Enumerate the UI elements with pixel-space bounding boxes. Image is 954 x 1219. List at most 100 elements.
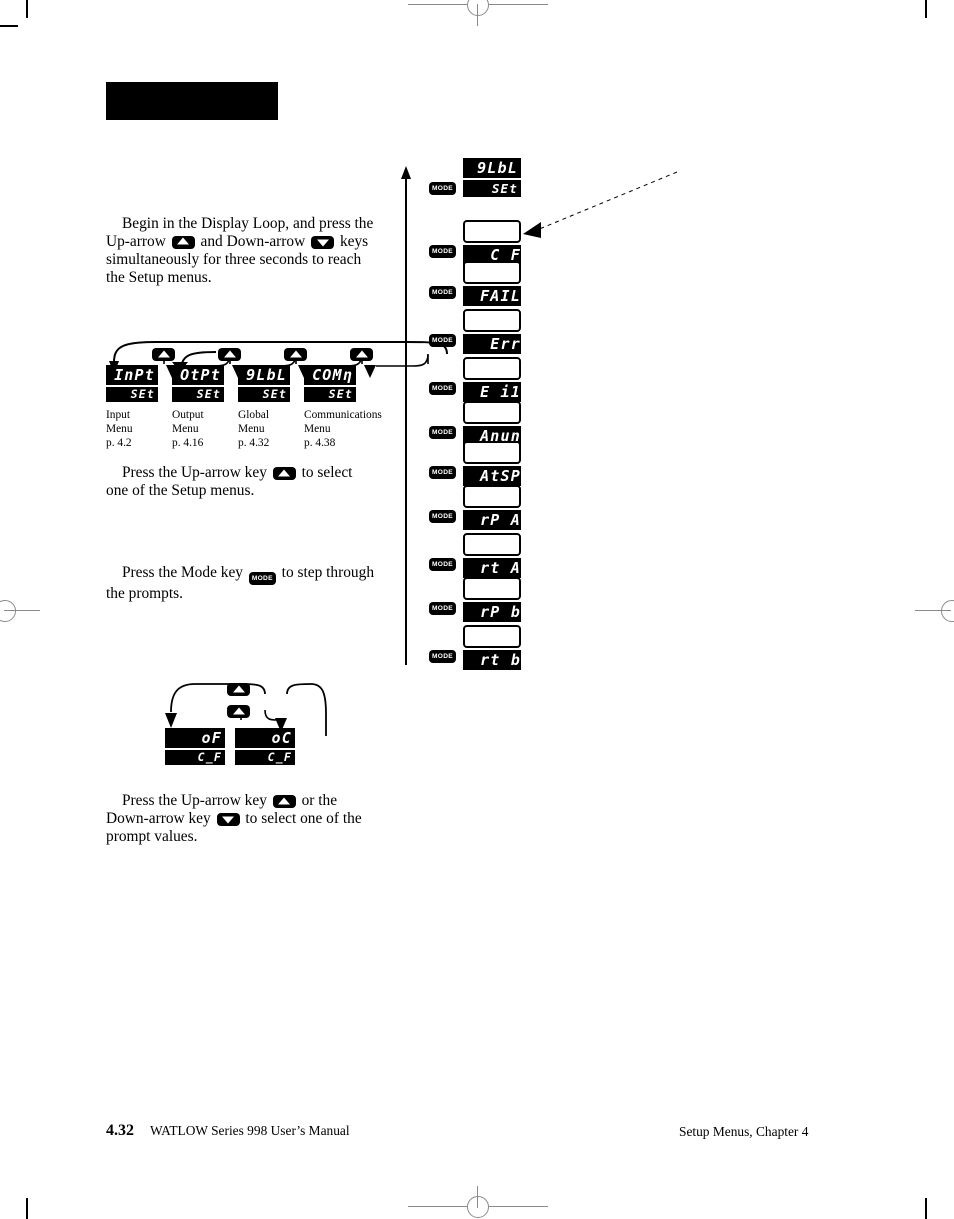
caption-line: p. 4.38	[304, 437, 336, 450]
instruction-select-menu: Press the Up-arrow key to select one of …	[106, 464, 374, 500]
caption-line: Menu	[238, 423, 265, 436]
registration-line-right	[915, 610, 951, 611]
sequence-axis-arrowhead	[401, 166, 411, 179]
crop-mark-bottom-left-vertical	[26, 1198, 28, 1219]
sequence-row: MODE AtSP	[405, 441, 705, 487]
mode-key-icon[interactable]: MODE	[429, 182, 456, 195]
crop-mark-top-left-horizontal	[0, 25, 18, 27]
led-upper-display: OtPt	[172, 365, 224, 385]
instruction-enter-setup: Begin in the Display Loop, and press the…	[106, 215, 374, 287]
led-upper-display: COMƞ	[304, 365, 356, 385]
registration-line-top-stem	[477, 4, 478, 26]
up-arrow-key-icon	[272, 467, 296, 480]
registration-mark-left	[0, 600, 16, 622]
crop-mark-top-left-vertical	[26, 0, 28, 18]
setup-menu-output[interactable]: OtPt SEt	[172, 365, 226, 402]
setup-menu-communications-caption: Communications Menu p. 4.38	[304, 408, 382, 451]
instruction-text-part: Press the Up-arrow key	[122, 792, 271, 809]
sequence-upper-display-blank	[463, 533, 521, 556]
mode-key-icon[interactable]: MODE	[429, 426, 456, 439]
menu-loop-up-arrow-key	[152, 348, 175, 361]
led-upper-display: oF	[165, 728, 225, 748]
registration-line-top-right	[488, 4, 548, 5]
up-arrow-key-icon	[272, 795, 296, 808]
sequence-row: MODE rP A	[405, 485, 705, 531]
manual-page: Begin in the Display Loop, and press the…	[0, 0, 954, 1219]
sequence-upper-display-blank	[463, 261, 521, 284]
footer-left: 4.32 WATLOW Series 998 User’s Manual	[106, 1122, 350, 1140]
menu-loop-up-arrow-key	[284, 348, 307, 361]
sequence-lower-display: rP A	[463, 510, 521, 530]
instruction-text-part: Press the Mode key	[122, 564, 247, 581]
caption-line: Global	[238, 409, 270, 421]
global-menu-prompt-sequence: MODE 9LbL SEt MODE C_F MODE FAIL MODE Er…	[401, 150, 705, 671]
manual-title: WATLOW Series 998 User’s Manual	[150, 1123, 350, 1138]
mode-key-icon[interactable]: MODE	[429, 558, 456, 571]
instruction-text-part: Press the Up-arrow key	[122, 464, 271, 481]
mode-key-icon[interactable]: MODE	[429, 602, 456, 615]
sequence-lower-display: Err	[463, 334, 521, 354]
mode-key-icon: MODE	[248, 572, 276, 585]
menu-loop-up-arrow-key	[350, 348, 373, 361]
registration-line-left	[4, 610, 40, 611]
mode-key-icon[interactable]: MODE	[429, 245, 456, 258]
mode-key-icon[interactable]: MODE	[429, 466, 456, 479]
sequence-upper-display-blank	[463, 357, 521, 380]
caption-line: Input	[106, 409, 131, 421]
caption-line: Output	[172, 409, 204, 421]
mode-key-icon[interactable]: MODE	[429, 650, 456, 663]
crop-mark-bottom-right-vertical	[925, 1198, 927, 1219]
setup-menu-input[interactable]: InPt SEt	[106, 365, 160, 402]
registration-line-top-left	[408, 4, 467, 5]
mode-key-icon[interactable]: MODE	[429, 510, 456, 523]
sequence-row: MODE rP b	[405, 577, 705, 623]
registration-line-bottom-left	[408, 1206, 467, 1207]
setup-menu-input-caption: Input Menu p. 4.2	[106, 408, 133, 451]
menu-loop-up-arrow-key	[218, 348, 241, 361]
setup-menu-global[interactable]: 9LbL SEt	[238, 365, 292, 402]
sequence-lower-display: AtSP	[463, 466, 521, 486]
setup-menu-communications[interactable]: COMƞ SEt	[304, 365, 358, 402]
sequence-lower-display: FAIL	[463, 286, 521, 306]
sequence-upper-display-blank	[463, 577, 521, 600]
setup-menu-loop-diagram: InPt SEt Input Menu p. 4.2 OtPt SEt Outp…	[106, 340, 448, 451]
registration-mark-top	[467, 0, 489, 16]
prompt-value-fahrenheit[interactable]: oF C_F	[165, 728, 225, 765]
caption-line: Menu	[106, 423, 133, 436]
sequence-row: MODE E i1	[405, 357, 705, 403]
sequence-lower-display: rt A	[463, 558, 521, 578]
led-lower-display: SEt	[106, 387, 158, 402]
mode-key-icon[interactable]: MODE	[429, 286, 456, 299]
instruction-step-prompts: Press the Mode key MODE to step through …	[106, 564, 374, 603]
mode-key-icon[interactable]: MODE	[429, 382, 456, 395]
up-arrow-key-icon	[171, 235, 195, 249]
mode-key-icon[interactable]: MODE	[429, 334, 456, 347]
sequence-upper-display-blank	[463, 625, 521, 648]
caption-line: p. 4.32	[238, 437, 270, 450]
caption-line: Menu	[172, 423, 199, 436]
led-lower-display: SEt	[172, 387, 224, 402]
section-header-band	[106, 82, 278, 120]
prompt-value-diagram: oF C_F oC C_F	[165, 680, 327, 770]
down-arrow-key-icon	[216, 812, 240, 826]
prompt-value-celsius[interactable]: oC C_F	[235, 728, 295, 765]
registration-mark-right	[941, 600, 954, 622]
sequence-upper-display-blank	[463, 220, 521, 243]
prompt-value-up-arrow-key-outer	[227, 683, 250, 696]
setup-menu-output-caption: Output Menu p. 4.16	[172, 408, 204, 451]
crop-mark-top-right-vertical	[925, 0, 927, 18]
sequence-lower-display: E i1	[463, 382, 521, 402]
sequence-row: MODE rt b	[405, 625, 705, 671]
instruction-select-values: Press the Up-arrow key or the Down-arrow…	[106, 792, 374, 846]
led-upper-display: InPt	[106, 365, 158, 385]
setup-menu-global-caption: Global Menu p. 4.32	[238, 408, 269, 451]
sequence-row: MODE FAIL	[405, 261, 705, 307]
instruction-text-part: and Down-arrow	[196, 232, 310, 250]
sequence-lower-display: rt b	[463, 650, 521, 670]
registration-line-bottom-right	[488, 1206, 548, 1207]
sequence-upper-display-blank	[463, 441, 521, 464]
sequence-upper-display-blank	[463, 485, 521, 508]
led-lower-display: SEt	[304, 387, 356, 402]
registration-mark-bottom	[467, 1196, 489, 1218]
led-lower-display: SEt	[238, 387, 290, 402]
